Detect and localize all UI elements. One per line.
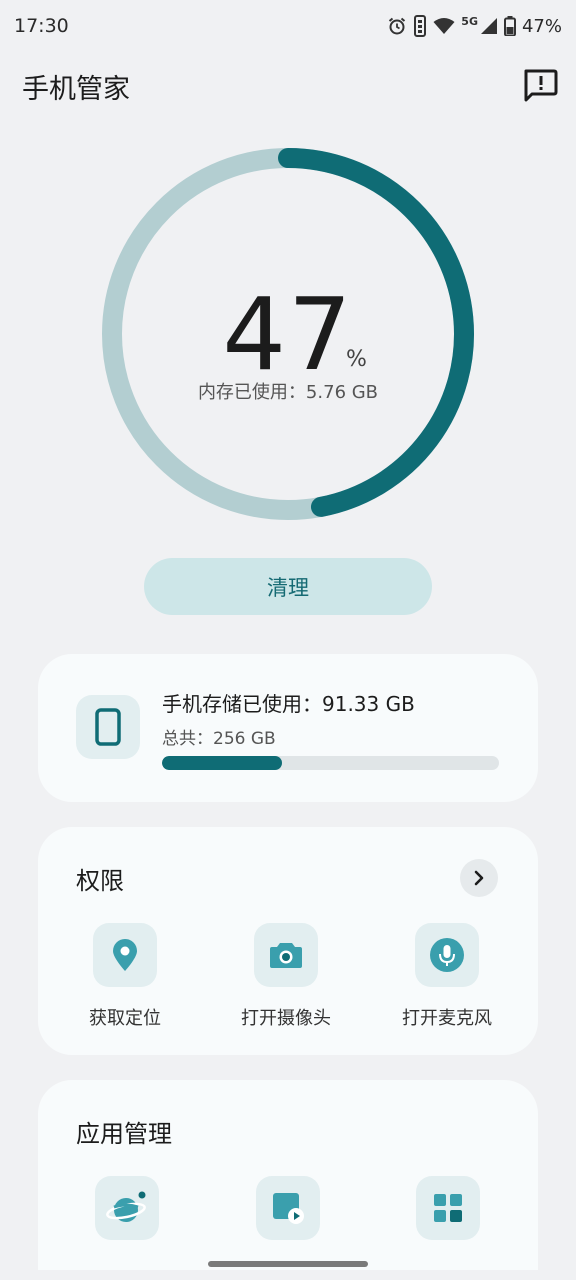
storage-progress-fill bbox=[162, 756, 283, 770]
permission-location-label: 获取定位 bbox=[89, 1008, 161, 1029]
vibrate-icon bbox=[414, 15, 427, 37]
storage-card[interactable]: 手机存储已使用：91.33 GB 总共：256 GB bbox=[38, 654, 538, 802]
wifi-icon bbox=[433, 18, 455, 34]
cellular-signal-icon bbox=[480, 18, 497, 34]
status-time: 17:30 bbox=[14, 15, 69, 37]
phone-icon bbox=[95, 708, 121, 746]
status-bar: 17:30 5G 47% bbox=[0, 0, 576, 52]
permission-microphone-label: 打开麦克风 bbox=[402, 1008, 492, 1029]
page-title: 手机管家 bbox=[22, 74, 130, 105]
permission-microphone-tile[interactable] bbox=[415, 923, 479, 987]
permissions-title: 权限 bbox=[76, 867, 124, 895]
clean-button[interactable]: 清理 bbox=[144, 558, 432, 615]
location-icon bbox=[113, 939, 137, 971]
phone-manager-screen: 17:30 5G 47% 手机管家 47 % 内存已使用：5.76 GB 清理 … bbox=[0, 0, 576, 1280]
storage-progress-bar bbox=[162, 756, 499, 770]
app-management-card: 应用管理 bbox=[38, 1080, 538, 1270]
battery-icon bbox=[503, 16, 516, 36]
alarm-icon bbox=[389, 17, 406, 35]
apps-grid-icon bbox=[434, 1194, 462, 1222]
network-type: 5G bbox=[461, 14, 478, 28]
memory-percent-value: 47 bbox=[222, 276, 354, 393]
feedback-button[interactable] bbox=[522, 68, 558, 104]
permissions-more-button[interactable] bbox=[460, 859, 498, 897]
permission-camera-label: 打开摄像头 bbox=[241, 1008, 331, 1029]
memory-percent-sign: % bbox=[346, 347, 367, 372]
app-management-title: 应用管理 bbox=[76, 1120, 172, 1148]
storage-used-label: 手机存储已使用：91.33 GB bbox=[162, 692, 415, 716]
storage-icon-box bbox=[76, 695, 140, 759]
home-indicator[interactable] bbox=[208, 1261, 368, 1267]
memory-used-label: 内存已使用：5.76 GB bbox=[197, 382, 379, 403]
feedback-icon bbox=[524, 69, 558, 102]
camera-icon bbox=[270, 943, 302, 968]
permission-camera-tile[interactable] bbox=[254, 923, 318, 987]
permission-location-tile[interactable] bbox=[93, 923, 157, 987]
battery-percent: 47% bbox=[521, 15, 562, 37]
app-item-planet-tile[interactable] bbox=[95, 1176, 159, 1240]
status-icons: 5G 47% bbox=[387, 14, 562, 38]
storage-total-label: 总共：256 GB bbox=[162, 729, 276, 749]
chevron-right-icon bbox=[474, 870, 484, 886]
planet-icon bbox=[106, 1191, 146, 1222]
media-icon bbox=[273, 1193, 304, 1224]
app-item-grid-tile[interactable] bbox=[416, 1176, 480, 1240]
microphone-icon bbox=[430, 938, 464, 972]
permissions-card: 权限 获取定位 打开摄像头 打开麦克风 bbox=[38, 827, 538, 1055]
app-item-media-tile[interactable] bbox=[256, 1176, 320, 1240]
